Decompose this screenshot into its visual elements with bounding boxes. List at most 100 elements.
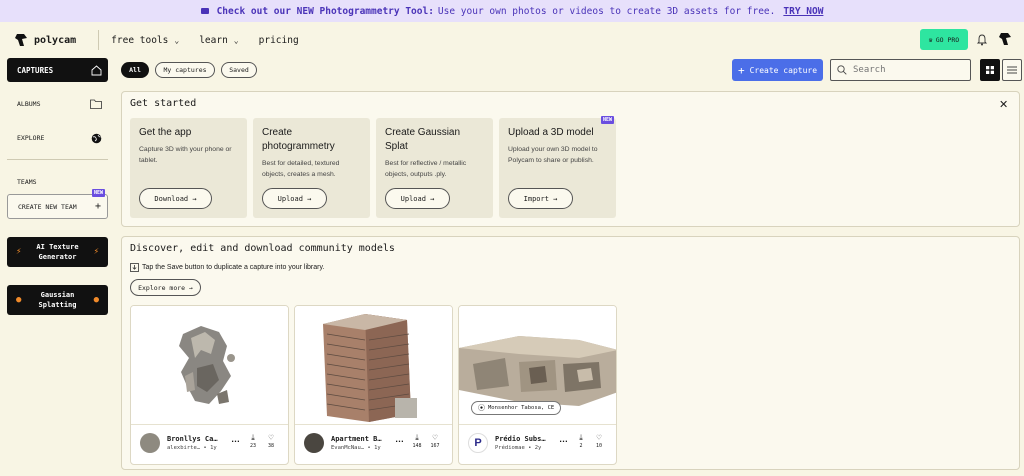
create-team-label: CREATE NEW TEAM <box>18 202 77 211</box>
model-card[interactable]: Apartment B… EvanMcNau… • 1y … ⤓ 148 ♡ 167 <box>294 305 453 465</box>
search-input[interactable] <box>853 65 963 75</box>
folder-icon <box>90 99 102 109</box>
get-app-card: Get the app Capture 3D with your phone o… <box>130 118 247 218</box>
go-pro-label: GO PRO <box>935 35 960 44</box>
model-card[interactable]: ⦿ Monsenhor Tabosa, CE P Prédio Subs… Pr… <box>458 305 617 465</box>
more-options-icon[interactable]: … <box>231 434 240 444</box>
card-description: Best for detailed, textured objects, cre… <box>262 160 340 178</box>
more-options-icon[interactable]: … <box>395 434 404 444</box>
brand-logo[interactable]: polycam <box>14 33 76 47</box>
get-started-title: Get started <box>130 98 197 109</box>
grid-view-button[interactable] <box>980 59 1000 81</box>
search-field[interactable] <box>830 59 971 81</box>
card-description: Best for reflective / metallic objects, … <box>385 160 467 178</box>
model-name[interactable]: Bronllys Ca… <box>167 435 218 443</box>
nav-free-tools[interactable]: free tools ⌄ <box>111 35 179 46</box>
upload-gaussian-button[interactable]: Upload → <box>385 188 450 209</box>
chevron-down-icon: ⌄ <box>233 35 239 45</box>
banner-lead: Check out our NEW Photogrammetry Tool: <box>216 5 434 17</box>
photogrammetry-card: Create photogrammetry Best for detailed,… <box>253 118 370 218</box>
sidebar-item-albums[interactable]: ALBUMS <box>7 94 108 114</box>
community-subtitle: Tap the Save button to duplicate a captu… <box>130 263 324 272</box>
model-card[interactable]: Bronllys Ca… alexbirte… • 1y … ⤓ 23 ♡ 38 <box>130 305 289 465</box>
model-author[interactable]: Prédiomae <box>495 445 525 451</box>
download-count: 23 <box>249 443 257 449</box>
upload-photogrammetry-button[interactable]: Upload → <box>262 188 327 209</box>
avatar[interactable] <box>304 433 324 453</box>
banner-body: Use your own photos or videos to create … <box>437 5 776 17</box>
sidebar-item-label: ALBUMS <box>17 100 41 108</box>
create-new-team-button[interactable]: CREATE NEW TEAM + NEW <box>7 189 108 219</box>
close-icon[interactable]: ✕ <box>999 98 1008 111</box>
model-thumbnail <box>295 306 452 424</box>
model-footer: Apartment B… EvanMcNau… • 1y … ⤓ 148 ♡ 167 <box>295 424 452 464</box>
filter-saved[interactable]: Saved <box>221 62 257 78</box>
save-icon <box>130 263 139 272</box>
new-badge: NEW <box>91 189 105 197</box>
bell-icon[interactable] <box>976 34 988 46</box>
sidebar-item-captures[interactable]: CAPTURES <box>7 58 108 82</box>
download-button[interactable]: Download → <box>139 188 212 209</box>
model-author[interactable]: alexbirte… <box>167 445 200 451</box>
like-stat[interactable]: ♡ 10 <box>591 433 607 449</box>
location-tag[interactable]: ⦿ Monsenhor Tabosa, CE <box>471 401 562 415</box>
like-stat[interactable]: ♡ 167 <box>427 433 443 449</box>
model-meta: EvanMcNau… • 1y <box>331 445 381 451</box>
sidebar-item-label: EXPLORE <box>17 134 45 142</box>
gaussian-splatting-card[interactable]: ● Gaussian Splatting ● <box>7 285 108 315</box>
polycam-logo-icon <box>15 34 27 46</box>
flame-icon: ● <box>16 295 22 305</box>
import-button[interactable]: Import → <box>508 188 573 209</box>
download-icon: ⤓ <box>251 433 255 442</box>
avatar[interactable]: P <box>468 433 488 453</box>
ai-texture-generator-card[interactable]: ⚡ AI Texture Generator ⚡ <box>7 237 108 267</box>
go-pro-button[interactable]: ♛ GO PRO <box>920 29 968 50</box>
home-icon <box>91 64 102 75</box>
filter-my-captures[interactable]: My captures <box>155 62 215 78</box>
new-badge: NEW <box>600 116 614 124</box>
community-panel: Discover, edit and download community mo… <box>121 236 1020 470</box>
download-stat[interactable]: ⤓ 148 <box>409 433 425 449</box>
crown-icon: ♛ <box>928 35 933 44</box>
model-age: 2y <box>534 445 542 451</box>
avatar[interactable] <box>140 433 160 453</box>
like-count: 38 <box>267 443 275 449</box>
card-description: Upload your own 3D model to Polycam to s… <box>508 146 598 164</box>
model-author[interactable]: EvanMcNau… <box>331 445 364 451</box>
nav-pricing[interactable]: pricing <box>259 35 299 46</box>
top-nav: polycam free tools ⌄ learn ⌄ pricing ♛ GO … <box>0 22 1024 58</box>
create-capture-button[interactable]: + Create capture <box>732 59 823 81</box>
community-title: Discover, edit and download community mo… <box>130 243 395 254</box>
model-age: 1y <box>210 445 217 451</box>
sidebar-item-explore[interactable]: EXPLORE <box>7 128 108 148</box>
like-stat[interactable]: ♡ 38 <box>263 433 279 449</box>
nav-divider <box>98 30 100 50</box>
download-count: 2 <box>579 443 583 449</box>
filter-all[interactable]: All <box>121 62 149 78</box>
location-pin-icon: ⦿ <box>478 404 485 412</box>
list-view-button[interactable] <box>1002 59 1022 81</box>
card-title: Create photogrammetry <box>262 127 335 152</box>
ai-texture-label: AI Texture Generator <box>36 243 79 261</box>
model-meta: Prédiomae • 2y <box>495 445 542 451</box>
sidebar-divider <box>7 159 108 160</box>
nav-learn[interactable]: learn ⌄ <box>199 35 238 46</box>
card-title: Create Gaussian Splat <box>385 127 461 152</box>
like-count: 10 <box>595 443 603 449</box>
card-title: Get the app <box>139 127 192 138</box>
upload-3d-model-card: NEW Upload a 3D model Upload your own 3D… <box>499 116 616 218</box>
model-age: 1y <box>374 445 381 451</box>
community-subtitle-text: Tap the Save button to duplicate a captu… <box>142 264 325 271</box>
account-avatar-icon[interactable] <box>998 32 1012 46</box>
download-stat[interactable]: ⤓ 2 <box>573 433 589 449</box>
model-name[interactable]: Prédio Subs… <box>495 435 546 443</box>
more-options-icon[interactable]: … <box>559 434 568 444</box>
grid-icon <box>986 66 994 74</box>
model-footer: Bronllys Ca… alexbirte… • 1y … ⤓ 23 ♡ 38 <box>131 424 288 464</box>
explore-more-button[interactable]: Explore more → <box>130 279 201 296</box>
try-now-link[interactable]: TRY NOW <box>783 6 823 17</box>
heart-icon: ♡ <box>596 433 602 442</box>
model-name[interactable]: Apartment B… <box>331 435 382 443</box>
camera-icon <box>200 8 209 14</box>
download-stat[interactable]: ⤓ 23 <box>245 433 261 449</box>
